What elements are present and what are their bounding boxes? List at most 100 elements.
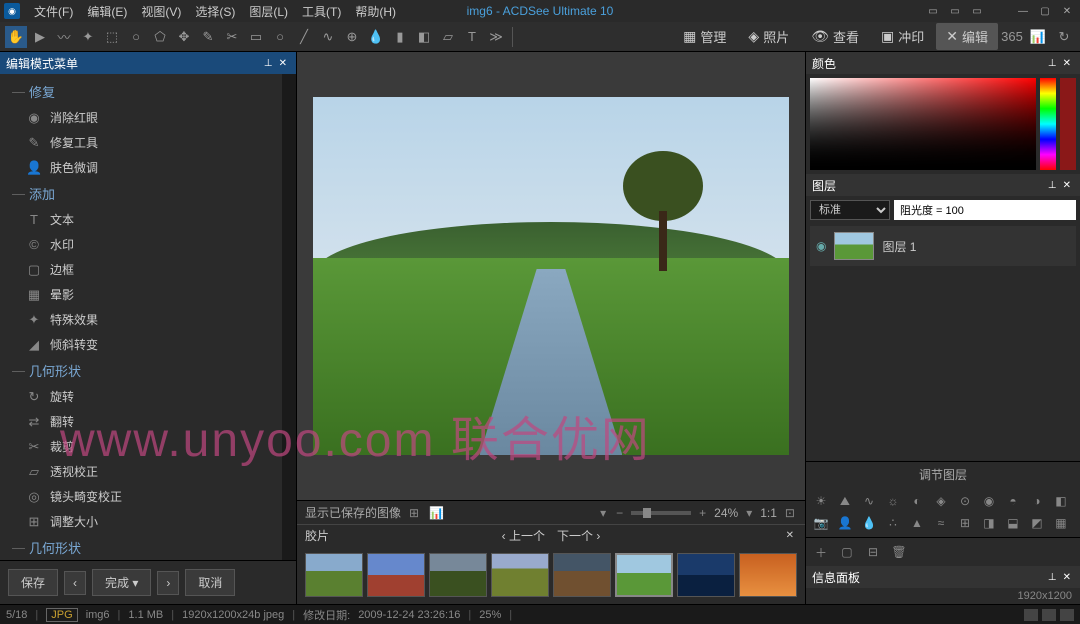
histogram-icon[interactable]: 📊 bbox=[1027, 26, 1049, 48]
next-button[interactable]: › bbox=[157, 571, 179, 595]
color-picker[interactable] bbox=[806, 74, 1080, 174]
tool-item[interactable]: ⇄翻转 bbox=[0, 409, 282, 434]
pin-icon[interactable]: ⊥ bbox=[1048, 58, 1057, 69]
workspace-btn-3[interactable]: ▭ bbox=[968, 4, 986, 18]
delete-layer-icon[interactable]: 🗑 bbox=[888, 542, 910, 562]
tool-item[interactable]: ▢边框 bbox=[0, 257, 282, 282]
corner-widget[interactable] bbox=[1042, 609, 1056, 621]
gradient-tool-icon[interactable]: ◧ bbox=[413, 26, 435, 48]
cancel-button[interactable]: 取消 bbox=[185, 569, 235, 596]
corner-widget[interactable] bbox=[1024, 609, 1038, 621]
blur-icon[interactable]: ≈ bbox=[930, 513, 952, 533]
thumbnail[interactable] bbox=[615, 553, 673, 597]
zoom-in-icon[interactable]: + bbox=[697, 506, 708, 520]
opacity-input[interactable]: 阻光度 = 100 bbox=[894, 200, 1076, 220]
corner-widget[interactable] bbox=[1060, 609, 1074, 621]
menu-select[interactable]: 选择(S) bbox=[189, 1, 241, 22]
dropdown-icon[interactable]: ▾ bbox=[598, 506, 608, 520]
tool-item[interactable]: 👤肤色微调 bbox=[0, 155, 282, 180]
thumbnail[interactable] bbox=[553, 553, 611, 597]
close-button[interactable]: ✕ bbox=[1058, 4, 1076, 18]
mode-view[interactable]: 👁查看 bbox=[801, 23, 869, 50]
minimize-button[interactable]: — bbox=[1014, 4, 1032, 18]
fill-tool-icon[interactable]: ▮ bbox=[389, 26, 411, 48]
pin-icon[interactable]: ⊥ bbox=[1048, 572, 1057, 583]
thumbnail[interactable] bbox=[429, 553, 487, 597]
thumbnail[interactable] bbox=[739, 553, 797, 597]
visibility-icon[interactable]: ◉ bbox=[816, 239, 826, 253]
histogram-toggle-icon[interactable]: 📊 bbox=[427, 506, 446, 520]
ellipse-tool-icon[interactable]: ○ bbox=[125, 26, 147, 48]
threshold-icon[interactable]: ◩ bbox=[1026, 513, 1048, 533]
wand-tool-icon[interactable]: ✦ bbox=[77, 26, 99, 48]
close-filmstrip-icon[interactable]: ✕ bbox=[786, 530, 794, 541]
vibrance-icon[interactable]: ◈ bbox=[930, 491, 952, 511]
mode-manage[interactable]: ▦管理 bbox=[673, 23, 736, 50]
split-icon[interactable]: ◨ bbox=[978, 513, 1000, 533]
layer-name[interactable]: 图层 1 bbox=[882, 238, 916, 255]
menu-view[interactable]: 视图(V) bbox=[135, 1, 187, 22]
marquee-tool-icon[interactable]: ⬚ bbox=[101, 26, 123, 48]
maximize-button[interactable]: ▢ bbox=[1036, 4, 1054, 18]
add-layer-icon[interactable]: ＋ bbox=[810, 542, 832, 562]
crop-tool-icon[interactable]: ✂ bbox=[221, 26, 243, 48]
posterize-icon[interactable]: ▦ bbox=[1050, 513, 1072, 533]
curves-icon[interactable]: ∿ bbox=[858, 491, 880, 511]
globe-icon[interactable]: 365 bbox=[1001, 26, 1023, 48]
thumbnail[interactable] bbox=[367, 553, 425, 597]
link-icon[interactable]: ⊟ bbox=[862, 542, 884, 562]
close-icon[interactable]: ✕ bbox=[1063, 180, 1071, 191]
mask-icon[interactable]: ▢ bbox=[836, 542, 858, 562]
bw-icon[interactable]: ◧ bbox=[1050, 491, 1072, 511]
thumbnail[interactable] bbox=[305, 553, 363, 597]
circle-tool-icon[interactable]: ○ bbox=[269, 26, 291, 48]
move-tool-icon[interactable]: ✥ bbox=[173, 26, 195, 48]
polygon-tool-icon[interactable]: ⬠ bbox=[149, 26, 171, 48]
pin-icon[interactable]: ⊥ bbox=[264, 58, 273, 69]
fit-icon[interactable]: ⊡ bbox=[783, 506, 797, 520]
eyedropper-tool-icon[interactable]: 💧 bbox=[365, 26, 387, 48]
drop-icon[interactable]: 💧 bbox=[858, 513, 880, 533]
image-canvas[interactable] bbox=[297, 52, 805, 500]
tool-item[interactable]: ✦特殊效果 bbox=[0, 307, 282, 332]
color-icon[interactable]: ◉ bbox=[978, 491, 1000, 511]
tool-item[interactable]: ▦晕影 bbox=[0, 282, 282, 307]
lasso-tool-icon[interactable]: 〰 bbox=[53, 26, 75, 48]
save-button[interactable]: 保存 bbox=[8, 569, 58, 596]
saturation-icon[interactable]: ◑ bbox=[1026, 491, 1048, 511]
prev-button[interactable]: ‹ bbox=[64, 571, 86, 595]
group-header[interactable]: 添加 bbox=[0, 180, 282, 207]
mode-photo[interactable]: ◈照片 bbox=[738, 23, 799, 50]
zoom-value[interactable]: 24% bbox=[714, 506, 738, 520]
light-icon[interactable]: ☼ bbox=[882, 491, 904, 511]
saved-image-label[interactable]: 显示已保存的图像 bbox=[305, 504, 401, 521]
shadow-icon[interactable]: ◐ bbox=[906, 491, 928, 511]
menu-help[interactable]: 帮助(H) bbox=[349, 1, 402, 22]
thumbnail[interactable] bbox=[491, 553, 549, 597]
tool-item[interactable]: ↻旋转 bbox=[0, 384, 282, 409]
zoom-slider[interactable] bbox=[631, 511, 691, 515]
grain-icon[interactable]: ∴ bbox=[882, 513, 904, 533]
group-header[interactable]: 几何形状 bbox=[0, 534, 282, 560]
done-button[interactable]: 完成 ▾ bbox=[92, 569, 151, 596]
mode-develop[interactable]: ▣冲印 bbox=[871, 23, 934, 50]
zoom-out-icon[interactable]: − bbox=[614, 506, 625, 520]
tool-item[interactable]: ✂裁剪 bbox=[0, 434, 282, 459]
photo-filter-icon[interactable]: 📷 bbox=[810, 513, 832, 533]
close-icon[interactable]: ✕ bbox=[1063, 58, 1071, 69]
levels-icon[interactable]: ⛰ bbox=[834, 491, 856, 511]
eraser-tool-icon[interactable]: ▱ bbox=[437, 26, 459, 48]
menu-tools[interactable]: 工具(T) bbox=[296, 1, 347, 22]
wb-icon[interactable]: ⊙ bbox=[954, 491, 976, 511]
sync-icon[interactable]: ↻ bbox=[1053, 26, 1075, 48]
stamp-tool-icon[interactable]: ⊕ bbox=[341, 26, 363, 48]
tool-item[interactable]: ⊞调整大小 bbox=[0, 509, 282, 534]
thumbnail[interactable] bbox=[677, 553, 735, 597]
pointer-tool-icon[interactable]: ▶ bbox=[29, 26, 51, 48]
text-tool-icon[interactable]: T bbox=[461, 26, 483, 48]
hue-slider[interactable] bbox=[1040, 78, 1056, 170]
menu-file[interactable]: 文件(F) bbox=[28, 1, 79, 22]
exposure-icon[interactable]: ☀ bbox=[810, 491, 832, 511]
next-image-button[interactable]: 下一个 › bbox=[557, 527, 600, 544]
pin-icon[interactable]: ⊥ bbox=[1048, 180, 1057, 191]
